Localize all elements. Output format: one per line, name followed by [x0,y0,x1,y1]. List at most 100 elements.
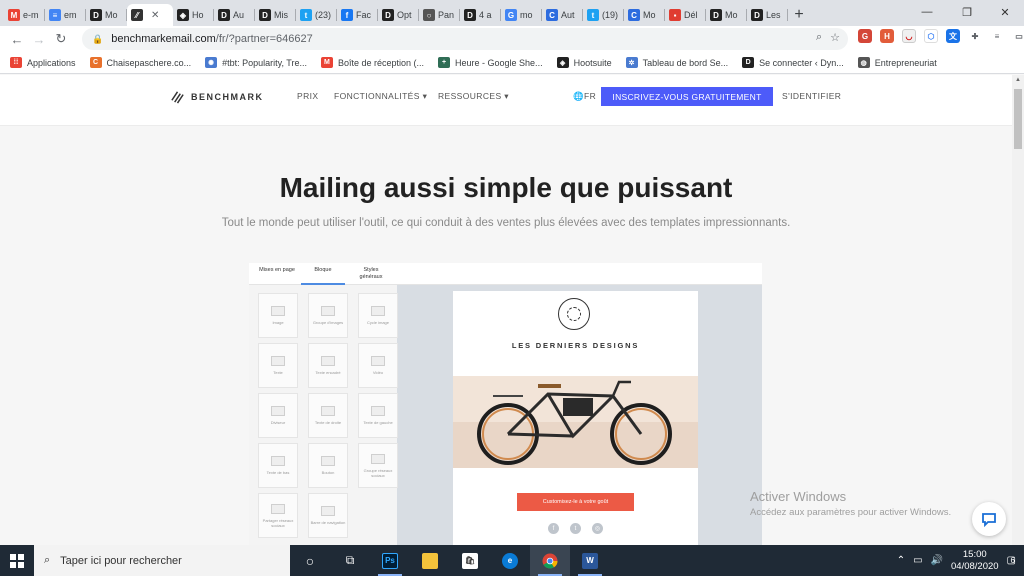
bookmark-item[interactable]: C Chaisepaschere.co... [89,57,191,68]
browser-tab[interactable]: D Mis [255,4,296,26]
close-tab-icon[interactable]: ✕ [151,10,159,21]
page-scrollbar[interactable]: ▲ [1012,75,1024,545]
browser-tab[interactable]: D Mo [86,4,127,26]
editor-block[interactable]: Image [258,293,298,338]
photoshop-icon[interactable]: Ps [370,545,410,576]
google-icon: G [505,9,517,21]
browser-tab[interactable]: ◈ Ho [173,4,214,26]
bookmark-item[interactable]: ⁞⁞ Applications [10,57,76,68]
browser-tab[interactable]: D Au [214,4,255,26]
browser-tab[interactable]: D Les [747,4,788,26]
clock[interactable]: 15:00 04/08/2020 [951,549,999,573]
windows-start-icon[interactable] [0,545,34,576]
browser-tab[interactable]: ≡ em [45,4,86,26]
editor-tab-styles[interactable]: Styles généraux [353,267,389,281]
volume-icon[interactable]: 🔊 [931,555,943,566]
close-window-icon[interactable]: ✕ [986,0,1024,24]
address-bar[interactable]: 🔒 benchmarkemail.com/fr/?partner=646627 … [82,28,848,50]
bookmark-item[interactable]: M Boîte de réception (... [320,57,424,68]
twitter-icon[interactable]: t [570,523,581,534]
editor-block[interactable]: Barre de navigation [308,493,348,538]
puzzle-icon[interactable]: ✚ [968,29,982,43]
pocket-icon[interactable]: ◡ [902,29,916,43]
flag-icon: ▪ [669,9,681,21]
editor-block[interactable]: Texte de bas [258,443,298,488]
browser-tab[interactable]: Gmo [501,4,542,26]
browser-tab[interactable]: t (23) [296,4,337,26]
editor-block[interactable]: Texte encadré [308,343,348,388]
scroll-up-icon[interactable]: ▲ [1014,77,1022,83]
system-tray: ⌃ ▭ 🔊 15:00 04/08/2020 ▢ 6 [897,545,1016,576]
login-link[interactable]: S'IDENTIFIER [782,91,841,101]
bookmark-item[interactable]: ✲ Tableau de bord Se... [625,57,728,68]
browser-tab[interactable]: C Aut [542,4,583,26]
editor-block[interactable]: Texte [258,343,298,388]
extension-icon[interactable]: H [880,29,894,43]
network-icon[interactable]: ▭ [913,555,922,566]
cortana-icon[interactable]: ○ [290,545,330,576]
editor-block[interactable]: Groupe réseaux sociaux [358,443,398,488]
browser-tab[interactable]: ○ Pan [419,4,460,26]
bookmark-star-icon[interactable]: ☆ [830,31,840,44]
bookmark-item[interactable]: D Se connecter ‹ Dyn... [742,57,844,68]
chat-icon[interactable] [972,502,1006,536]
editor-block[interactable]: Bouton [308,443,348,488]
instagram-icon[interactable]: ◎ [592,523,603,534]
editor-block[interactable]: Vidéo [358,343,398,388]
browser-tab[interactable]: D Opt [378,4,419,26]
chrome-icon[interactable] [530,545,570,576]
browser-tab[interactable]: Me-m [4,4,45,26]
minimize-icon[interactable]: — [908,0,946,24]
forward-icon[interactable]: → [28,28,50,50]
chevron-up-icon[interactable]: ⌃ [897,555,905,566]
zoom-icon[interactable]: ⌕ [816,31,822,44]
bookmark-item[interactable]: ✺ #tbt: Popularity, Tre... [205,57,307,68]
browser-tab[interactable]: ⁄⁄ ✕ [127,4,173,26]
file-explorer-icon[interactable] [410,545,450,576]
editor-block[interactable]: Texte de gauche [358,393,398,438]
extension-icon[interactable]: ⬡ [924,29,938,43]
editor-tab-blocks[interactable]: Bloque [301,267,345,285]
new-tab-icon[interactable]: + [788,4,810,26]
nav-prix[interactable]: PRIX [297,91,318,101]
extension-icon[interactable]: G [858,29,872,43]
editor-block[interactable]: Partager réseaux sociaux [258,493,298,538]
bookmark-item[interactable]: ◍ Entrepreneuriat [857,57,937,68]
browser-tab[interactable]: C Mo [624,4,665,26]
browser-tab[interactable]: f Fac [337,4,378,26]
translate-icon[interactable]: 文 [946,29,960,43]
customize-button[interactable]: Customisez-le à votre goût [517,493,634,511]
notification-icon[interactable]: ▢ 6 [1007,555,1016,566]
edge-icon[interactable]: e [490,545,530,576]
nav-resources[interactable]: RESSOURCES ▾ [438,91,509,102]
editor-block[interactable]: Diviseur [258,393,298,438]
back-icon[interactable]: ← [6,28,28,50]
nav-features[interactable]: FONCTIONNALITÉS ▾ [334,91,427,102]
browser-tab[interactable]: ▪ Dél [665,4,706,26]
editor-block[interactable]: Texte de droite [308,393,348,438]
taskbar-search[interactable]: ⌕ Taper ici pour rechercher [34,545,290,576]
bookmark-item[interactable]: ◈ Hootsuite [556,57,612,68]
scroll-thumb[interactable] [1014,89,1022,149]
browser-tab[interactable]: D Mo [706,4,747,26]
task-view-icon[interactable]: ⧉ [330,545,370,576]
restore-icon[interactable]: ❐ [948,0,986,24]
browser-tab[interactable]: D4 a [460,4,501,26]
editor-block[interactable]: Groupe d'images [308,293,348,338]
store-icon[interactable]: 🛍 [450,545,490,576]
bookmark-item[interactable]: + Heure - Google She... [438,57,543,68]
benchmark-logo[interactable]: BENCHMARK [170,89,264,104]
language-selector[interactable]: 🌐FR [573,91,596,102]
editor-block[interactable]: Cycle image [358,293,398,338]
signup-button[interactable]: INSCRIVEZ-VOUS GRATUITEMENT [601,87,773,106]
editor-tab-layouts[interactable]: Mises en page [257,267,297,274]
d-icon: D [259,9,271,21]
facebook-icon[interactable]: f [548,523,559,534]
reload-icon[interactable]: ↻ [50,28,72,50]
word-icon[interactable]: W [570,545,610,576]
browser-tab[interactable]: t (19) [583,4,624,26]
windows-activation-title: Activer Windows [750,489,847,504]
cast-icon[interactable]: ▭ [1012,29,1024,43]
bicycle-image [453,376,698,468]
playlist-icon[interactable]: ≡ [990,29,1004,43]
